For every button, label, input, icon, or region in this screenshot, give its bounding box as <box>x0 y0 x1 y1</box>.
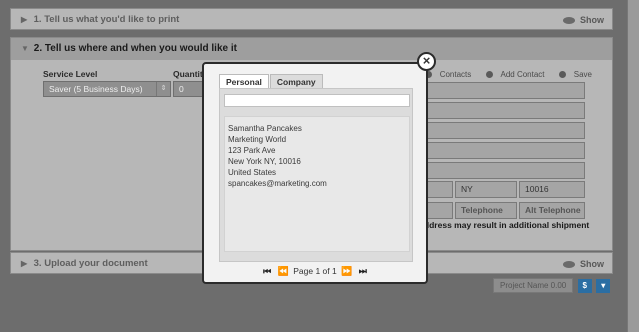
save-link[interactable]: Save <box>553 70 592 79</box>
plus-icon <box>485 71 493 78</box>
first-page-icon[interactable]: ⏮ <box>263 266 271 277</box>
quantity-input[interactable]: 0 <box>173 81 203 97</box>
address-field-4[interactable] <box>425 142 585 159</box>
page: ▶ 1. Tell us what you'd like to print Sh… <box>0 0 639 332</box>
quantity-value: 0 <box>179 84 184 94</box>
zip-field[interactable]: 10016 <box>519 181 585 198</box>
contact-card[interactable]: Samantha Pancakes Marketing World 123 Pa… <box>224 116 410 252</box>
city-field[interactable] <box>425 181 453 198</box>
contact-company: Marketing World <box>228 135 287 144</box>
page-scrollbar[interactable] <box>627 0 639 332</box>
show-label: Show <box>580 15 604 25</box>
contact-city: New York NY, 10016 <box>228 157 301 166</box>
show-toggle-print[interactable]: Show <box>563 9 604 31</box>
tab-personal[interactable]: Personal <box>219 74 269 89</box>
section-upload-title: 3. Upload your document <box>33 258 148 269</box>
project-name-field[interactable]: Project Name 0.00 <box>493 278 574 293</box>
service-level-select[interactable]: Saver (5 Business Days) ⇕ <box>43 81 171 97</box>
section-print-title: 1. Tell us what you'd like to print <box>33 14 180 25</box>
modal-tabs: Personal Company <box>219 74 324 89</box>
tab-company[interactable]: Company <box>269 74 323 89</box>
modal-body: Samantha Pancakes Marketing World 123 Pa… <box>219 88 413 262</box>
contacts-label: Contacts <box>439 70 472 79</box>
section-print-header[interactable]: ▶ 1. Tell us what you'd like to print Sh… <box>11 9 612 31</box>
alt-telephone-field[interactable]: Alt Telephone <box>519 202 585 219</box>
last-page-icon[interactable]: ⏭ <box>359 266 367 277</box>
expand-arrow-icon: ▶ <box>21 259 28 268</box>
shipment-warning: t address may result in additional shipm… <box>414 220 590 230</box>
fax-field[interactable] <box>425 202 453 219</box>
contact-country: United States <box>228 168 277 177</box>
page-indicator: Page 1 of 1 <box>293 266 337 276</box>
contact-name: Samantha Pancakes <box>228 124 302 133</box>
contact-search-input[interactable] <box>224 94 410 107</box>
state-field[interactable]: NY <box>455 181 517 198</box>
save-label: Save <box>573 70 592 79</box>
contact-picker-modal: Personal Company Samantha Pancakes Marke… <box>202 62 428 284</box>
expand-arrow-icon: ▶ <box>21 15 28 24</box>
address-field-5[interactable] <box>425 162 585 179</box>
price-button[interactable]: $ <box>577 278 592 293</box>
address-field-2[interactable] <box>425 102 585 119</box>
cart-button[interactable]: ▾ <box>596 278 611 293</box>
prev-page-icon[interactable]: ⏪ <box>278 266 289 277</box>
service-level-value: Saver (5 Business Days) <box>49 84 143 94</box>
collapse-arrow-icon: ▼ <box>21 44 29 53</box>
section-shipping-header[interactable]: ▼ 2. Tell us where and when you would li… <box>11 38 612 60</box>
select-arrows-icon: ⇕ <box>156 82 170 96</box>
section-shipping-title: 2. Tell us where and when you would like… <box>33 43 237 54</box>
eye-icon <box>563 261 576 268</box>
service-level-label: Service Level <box>43 69 98 79</box>
section-print[interactable]: ▶ 1. Tell us what you'd like to print Sh… <box>10 8 613 30</box>
contact-toolbar: Contacts Add Contact Save <box>413 70 592 79</box>
address-field-3[interactable] <box>425 122 585 139</box>
add-contact-link[interactable]: Add Contact <box>480 70 545 79</box>
next-page-icon[interactable]: ⏩ <box>341 266 352 277</box>
show-toggle-upload[interactable]: Show <box>563 253 604 275</box>
show-label: Show <box>580 259 604 269</box>
project-footer: Project Name 0.00 $ ▾ <box>493 278 611 293</box>
address-field-1[interactable] <box>425 82 585 99</box>
add-contact-label: Add Contact <box>500 70 545 79</box>
telephone-field[interactable]: Telephone <box>455 202 517 219</box>
save-icon <box>558 71 566 78</box>
close-icon[interactable]: × <box>417 52 436 71</box>
eye-icon <box>563 17 576 24</box>
contact-email: spancakes@marketing.com <box>228 179 327 188</box>
contact-street: 123 Park Ave <box>228 146 276 155</box>
pager: ⏮ ⏪ Page 1 of 1 ⏩ ⏭ <box>204 266 426 277</box>
